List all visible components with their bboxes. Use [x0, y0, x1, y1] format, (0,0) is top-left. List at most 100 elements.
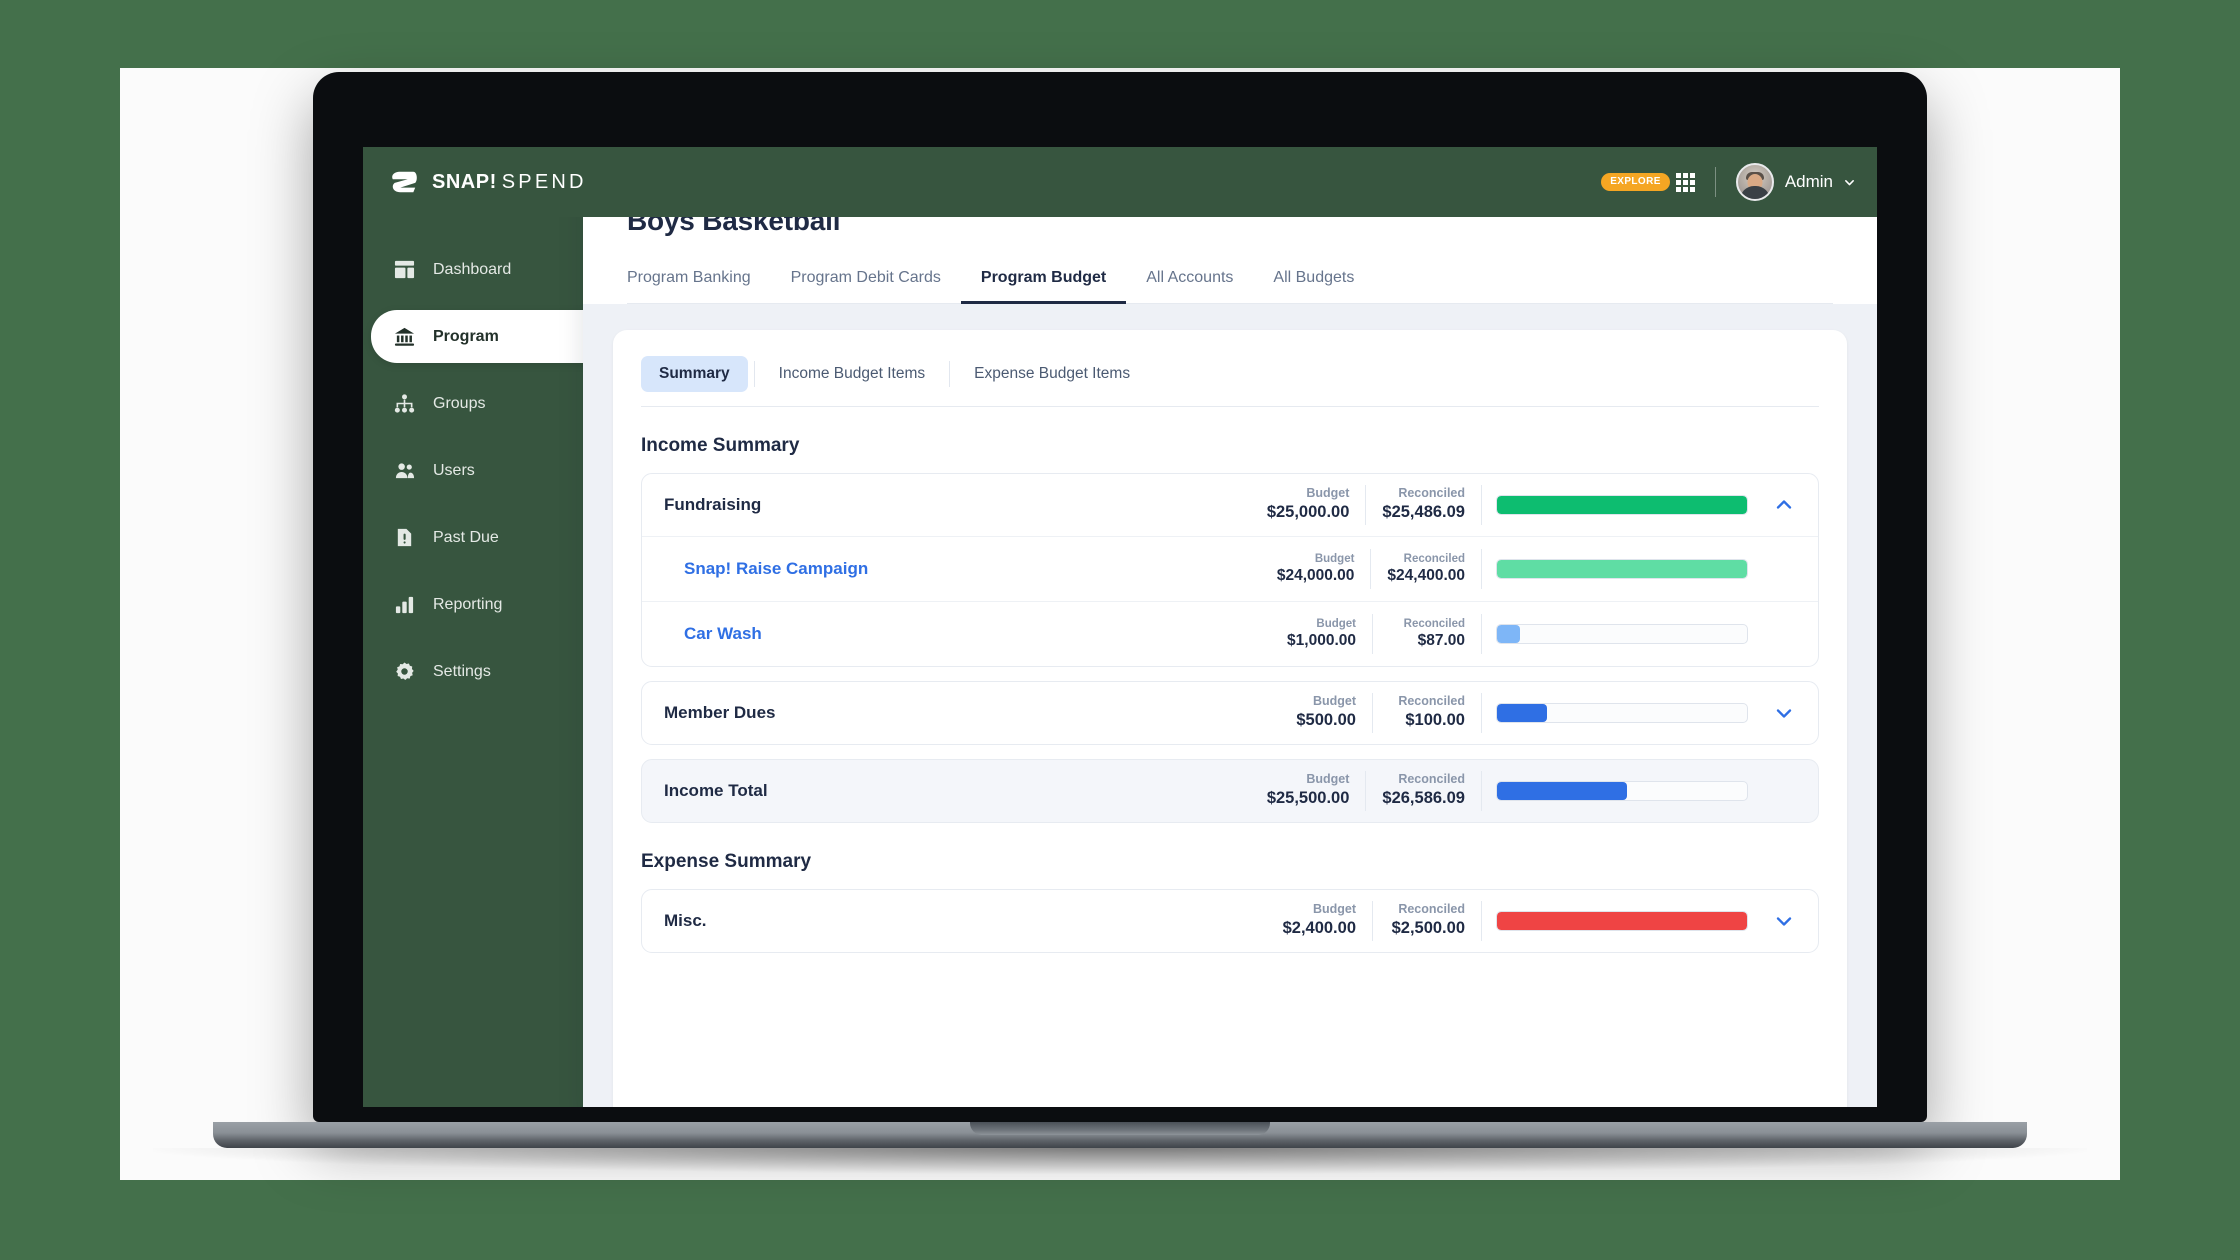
brand-logo[interactable]: SNAP! SPEND	[389, 168, 587, 196]
reconciled-amount: Reconciled $87.00	[1373, 617, 1481, 652]
progress-bar	[1496, 495, 1748, 515]
progress-bar-fill	[1497, 782, 1627, 800]
budget-value: $500.00	[1296, 711, 1356, 730]
row-name: Fundraising	[664, 495, 762, 514]
subtab-expense-budget-items[interactable]: Expense Budget Items	[956, 356, 1148, 392]
snap-logo-icon	[389, 168, 419, 196]
progress-bar	[1496, 781, 1748, 801]
chevron-down-icon	[1776, 917, 1792, 926]
reconciled-label: Reconciled	[1398, 486, 1465, 501]
bar-chart-icon	[393, 594, 415, 616]
tab-all-budgets[interactable]: All Budgets	[1253, 259, 1374, 304]
gear-icon	[393, 661, 415, 683]
subtab-income-budget-items[interactable]: Income Budget Items	[761, 356, 943, 392]
subtab-divider	[753, 361, 755, 387]
budget-label: Budget	[1314, 552, 1355, 565]
users-icon	[393, 460, 415, 482]
subtab-divider	[949, 361, 951, 387]
progress-bar-cell	[1482, 781, 1762, 801]
tab-program-debit-cards[interactable]: Program Debit Cards	[771, 259, 961, 304]
budget-panel: Summary Income Budget Items Expense Budg…	[613, 330, 1847, 1107]
table-row[interactable]: Misc. Budget $2,400.00 Reconciled $2,500…	[642, 890, 1818, 952]
app-grid-icon[interactable]	[1675, 172, 1695, 192]
expense-summary-title: Expense Summary	[641, 851, 812, 872]
top-bar-divider	[1714, 167, 1716, 197]
tab-program-banking[interactable]: Program Banking	[627, 259, 771, 304]
table-row[interactable]: Fundraising Budget $25,000.00 Reconciled	[642, 474, 1818, 536]
avatar	[1735, 163, 1774, 201]
progress-bar	[1496, 703, 1748, 723]
budget-label: Budget	[1306, 772, 1350, 787]
bank-icon	[393, 326, 415, 348]
progress-bar	[1496, 624, 1748, 644]
top-bar: SNAP! SPEND EXPLORE Admin	[363, 147, 1877, 217]
subtab-summary[interactable]: Summary	[641, 356, 748, 392]
reconciled-label: Reconciled	[1403, 617, 1465, 630]
sidebar-item-label: Dashboard	[433, 260, 512, 278]
laptop-shadow	[153, 1148, 2087, 1174]
progress-bar-fill	[1497, 912, 1747, 930]
row-name-link[interactable]: Car Wash	[684, 624, 1264, 644]
sidebar-item-label: Program	[433, 327, 499, 345]
content-area: Boys Basketball Program Banking Program …	[583, 173, 1877, 1107]
sidebar-item-label: Users	[433, 461, 475, 479]
row-name: Income Total	[664, 781, 768, 800]
progress-bar-cell	[1482, 703, 1762, 723]
expand-toggle-fundraising[interactable]	[1762, 483, 1806, 527]
laptop-base-notch	[970, 1122, 1270, 1135]
progress-bar	[1496, 911, 1748, 931]
table-row: Income Total Budget $25,500.00 Reconcile…	[642, 760, 1818, 822]
alert-document-icon	[393, 527, 415, 549]
explore-launcher[interactable]: EXPLORE	[1601, 172, 1695, 192]
top-bar-right: EXPLORE Admin	[1601, 163, 1855, 201]
sidebar-item-label: Groups	[433, 394, 486, 412]
budget-value: $2,400.00	[1282, 919, 1356, 938]
reconciled-amount: Reconciled $2,500.00	[1373, 902, 1481, 939]
budget-amount: Budget $25,000.00	[1251, 486, 1366, 523]
app-body: Dashboard Program Groups Users Past Due …	[363, 173, 1877, 1107]
reconciled-amount: Reconciled $24,400.00	[1371, 552, 1481, 587]
app-window: SNAP! SPEND EXPLORE Admin Dashboard Prog…	[363, 147, 1877, 1107]
laptop-mockup: SNAP! SPEND EXPLORE Admin Dashboard Prog…	[153, 72, 2087, 1174]
expand-toggle-member-dues[interactable]	[1762, 691, 1806, 735]
row-name: Misc.	[664, 911, 707, 930]
reconciled-amount: Reconciled $100.00	[1373, 694, 1481, 731]
reconciled-value: $24,400.00	[1387, 567, 1465, 585]
table-row[interactable]: Snap! Raise Campaign Budget $24,000.00 R…	[642, 537, 1818, 601]
secondary-tabs: Summary Income Budget Items Expense Budg…	[641, 356, 1819, 407]
reconciled-value: $26,586.09	[1382, 789, 1465, 808]
budget-group-member-dues: Member Dues Budget $500.00 Reconciled $1…	[641, 681, 1819, 745]
budget-group-fundraising: Fundraising Budget $25,000.00 Reconciled	[641, 473, 1819, 667]
progress-bar-fill	[1497, 625, 1520, 643]
budget-label: Budget	[1316, 617, 1356, 630]
reconciled-label: Reconciled	[1398, 772, 1465, 787]
user-menu[interactable]: Admin	[1735, 163, 1855, 201]
primary-tabs: Program Banking Program Debit Cards Prog…	[627, 259, 1833, 304]
explore-badge[interactable]: EXPLORE	[1601, 173, 1670, 191]
page-scroll-region[interactable]: Summary Income Budget Items Expense Budg…	[583, 304, 1877, 1107]
budget-label: Budget	[1312, 694, 1356, 709]
brand-text: SNAP! SPEND	[432, 170, 587, 193]
budget-value: $24,000.00	[1276, 567, 1355, 585]
sidebar-item-label: Past Due	[433, 528, 499, 546]
reconciled-value: $25,486.09	[1382, 503, 1465, 522]
progress-bar-cell	[1482, 495, 1762, 515]
budget-amount: Budget $25,500.00	[1251, 772, 1366, 809]
budget-group-misc: Misc. Budget $2,400.00 Reconciled $2,500…	[641, 889, 1819, 953]
tab-all-accounts[interactable]: All Accounts	[1126, 259, 1253, 304]
progress-bar-cell	[1482, 911, 1762, 931]
org-chart-icon	[393, 393, 415, 415]
budget-row-income-total: Income Total Budget $25,500.00 Reconcile…	[641, 759, 1819, 823]
budget-amount: Budget $2,400.00	[1264, 902, 1372, 939]
income-summary-title: Income Summary	[641, 435, 800, 456]
sidebar-item-label: Settings	[433, 662, 491, 680]
tab-program-budget[interactable]: Program Budget	[960, 259, 1127, 304]
table-row[interactable]: Car Wash Budget $1,000.00 Reconciled $87…	[642, 602, 1818, 666]
budget-amount: Budget $24,000.00	[1261, 552, 1371, 587]
expand-toggle-misc[interactable]	[1762, 899, 1806, 943]
table-row[interactable]: Member Dues Budget $500.00 Reconciled $1…	[642, 682, 1818, 744]
chevron-down-icon	[1845, 179, 1854, 185]
row-name-link[interactable]: Snap! Raise Campaign	[684, 559, 1261, 579]
progress-bar-fill	[1497, 496, 1747, 514]
budget-amount: Budget $500.00	[1264, 694, 1372, 731]
